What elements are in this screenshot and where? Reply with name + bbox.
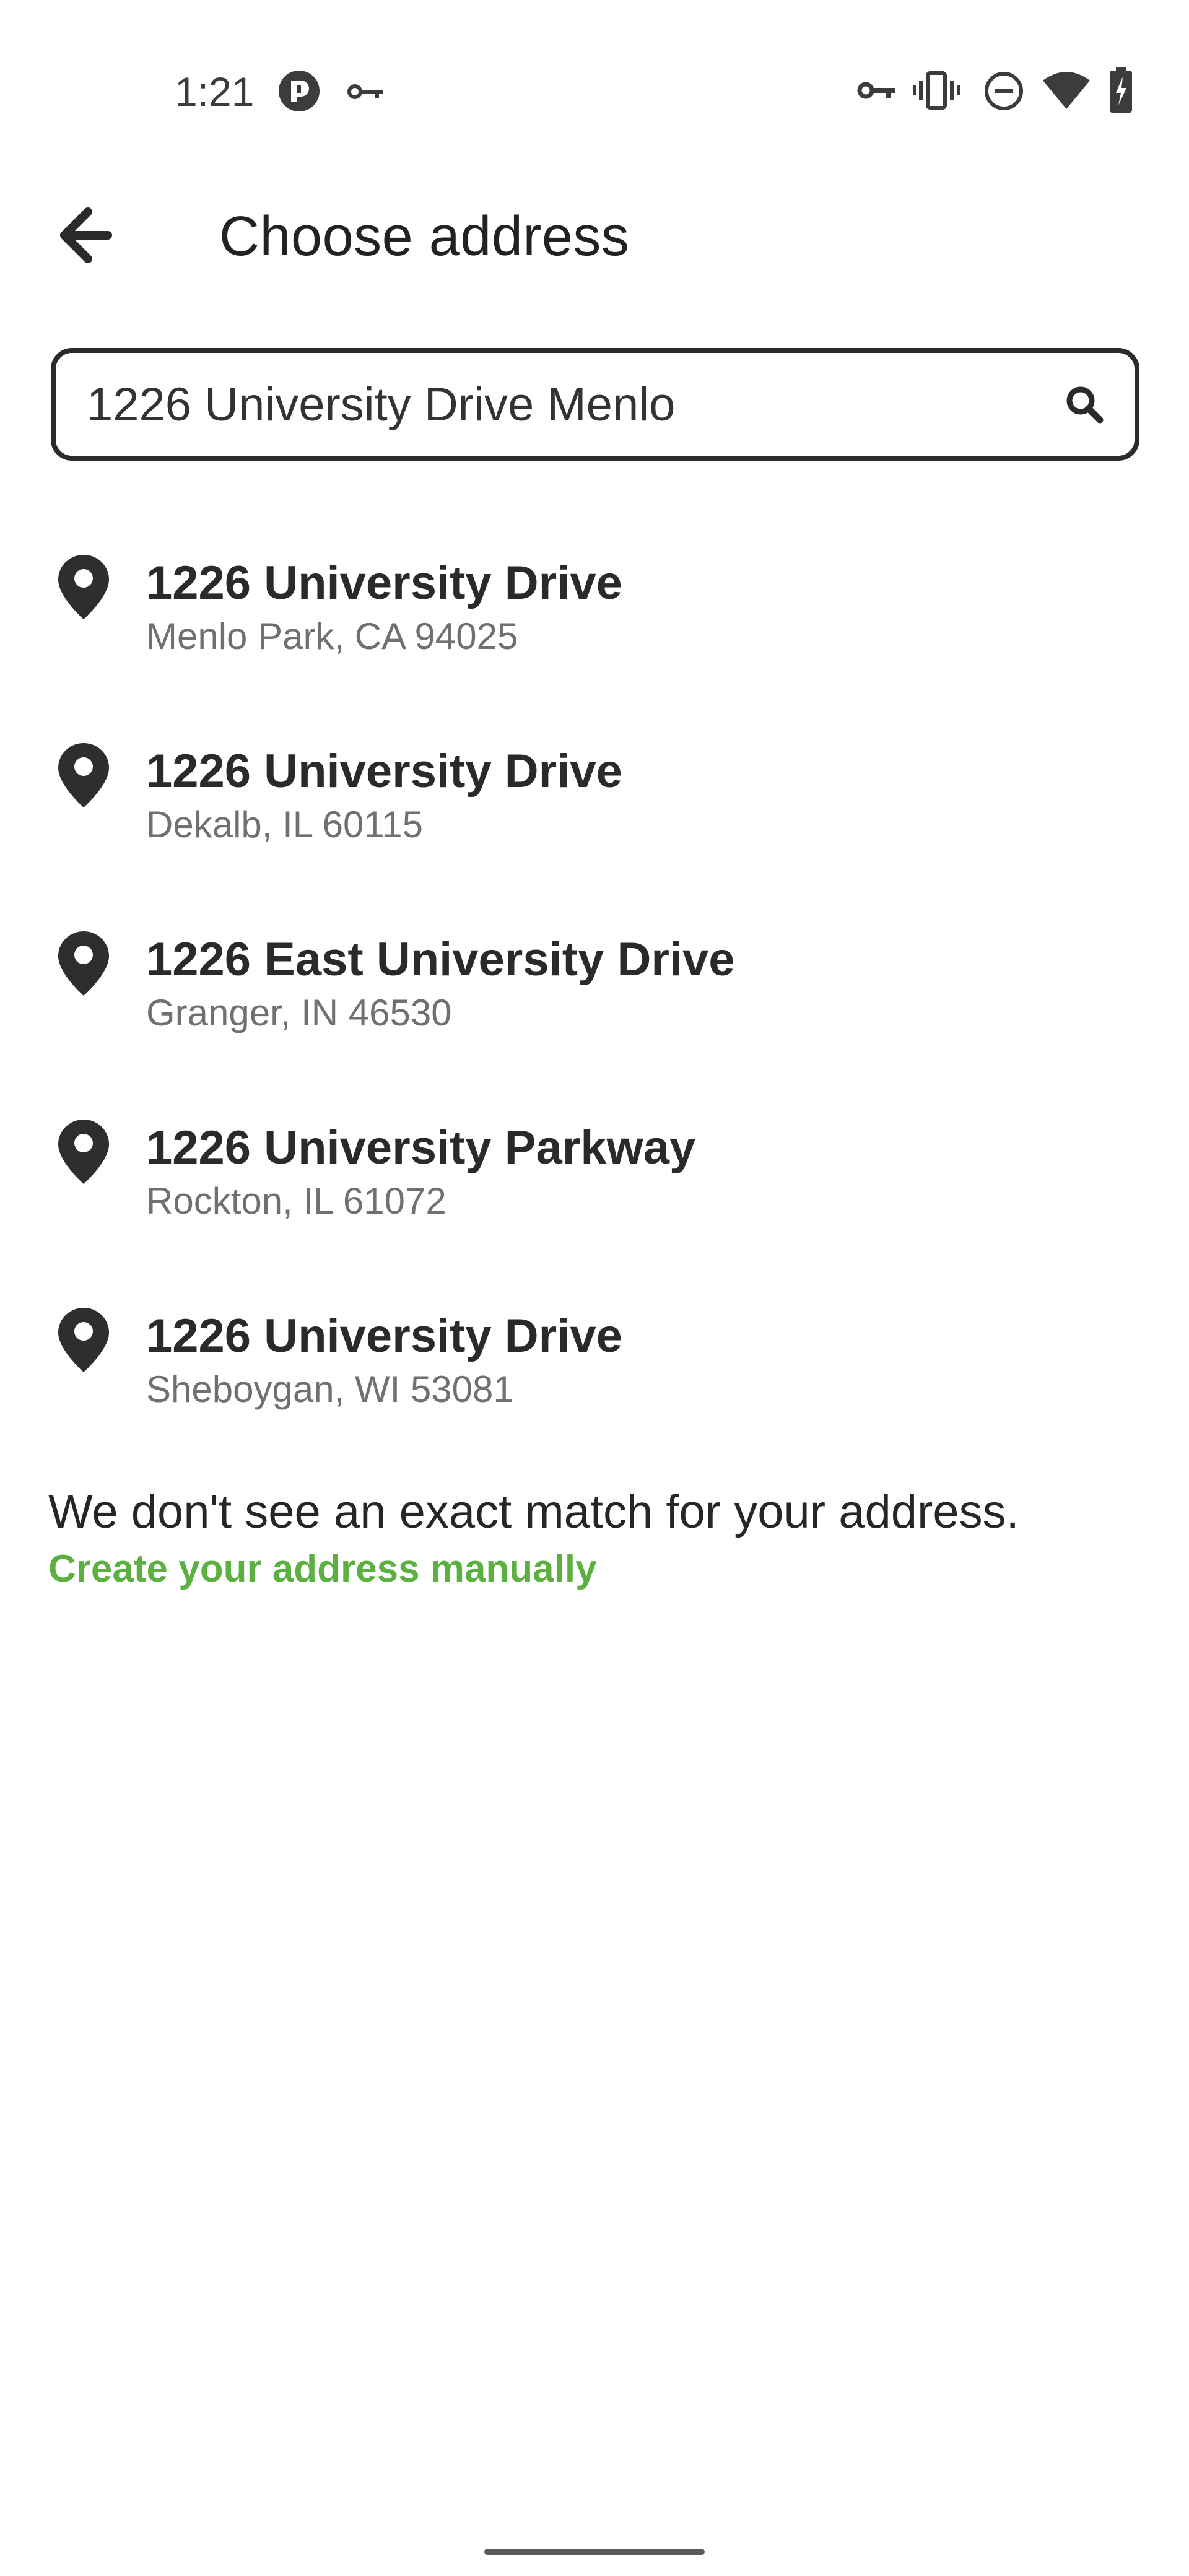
- address-result-item[interactable]: 1226 University Drive Sheboygan, WI 5308…: [0, 1281, 1189, 1442]
- no-match-message: We don't see an exact match for your add…: [48, 1486, 1019, 1538]
- address-search-field[interactable]: [51, 348, 1139, 461]
- result-city: Sheboygan, WI 53081: [146, 1368, 514, 1410]
- result-street: 1226 University Drive: [146, 745, 622, 798]
- location-pin-icon: [58, 1308, 109, 1372]
- search-icon[interactable]: [1065, 385, 1104, 424]
- status-bar: 1:21: [0, 0, 1189, 186]
- address-result-item[interactable]: 1226 University Drive Dekalb, IL 60115: [0, 716, 1189, 877]
- arrow-back-icon: [60, 207, 112, 263]
- location-pin-icon: [58, 555, 109, 619]
- do-not-disturb-icon: [985, 72, 1023, 110]
- back-button[interactable]: [43, 198, 130, 272]
- location-pin-icon: [58, 1120, 109, 1184]
- wifi-icon: [1043, 72, 1090, 109]
- status-time: 1:21: [175, 69, 255, 115]
- home-indicator[interactable]: [484, 2549, 705, 2555]
- address-result-item[interactable]: 1226 University Parkway Rockton, IL 6107…: [0, 1092, 1189, 1253]
- address-result-item[interactable]: 1226 East University Drive Granger, IN 4…: [0, 904, 1189, 1065]
- result-city: Dekalb, IL 60115: [146, 804, 423, 845]
- result-city: Granger, IN 46530: [146, 992, 452, 1033]
- create-address-manually-link[interactable]: Create your address manually: [48, 1544, 597, 1594]
- battery-charging-icon: [1110, 67, 1132, 113]
- app-indicator-icon: [279, 71, 320, 111]
- result-street: 1226 University Drive: [146, 557, 622, 609]
- result-street: 1226 East University Drive: [146, 933, 735, 986]
- result-city: Menlo Park, CA 94025: [146, 616, 518, 657]
- result-city: Rockton, IL 61072: [146, 1180, 446, 1222]
- address-result-item[interactable]: 1226 University Drive Menlo Park, CA 940…: [0, 528, 1189, 689]
- page-title: Choose address: [219, 206, 630, 268]
- vibrate-icon: [913, 71, 960, 110]
- location-pin-icon: [58, 931, 109, 996]
- result-street: 1226 University Parkway: [146, 1121, 696, 1174]
- vpn-key-icon: [347, 84, 383, 99]
- result-street: 1226 University Drive: [146, 1310, 622, 1362]
- address-search-input[interactable]: [87, 353, 1028, 456]
- vpn-key-icon: [857, 82, 895, 99]
- location-pin-icon: [58, 743, 109, 807]
